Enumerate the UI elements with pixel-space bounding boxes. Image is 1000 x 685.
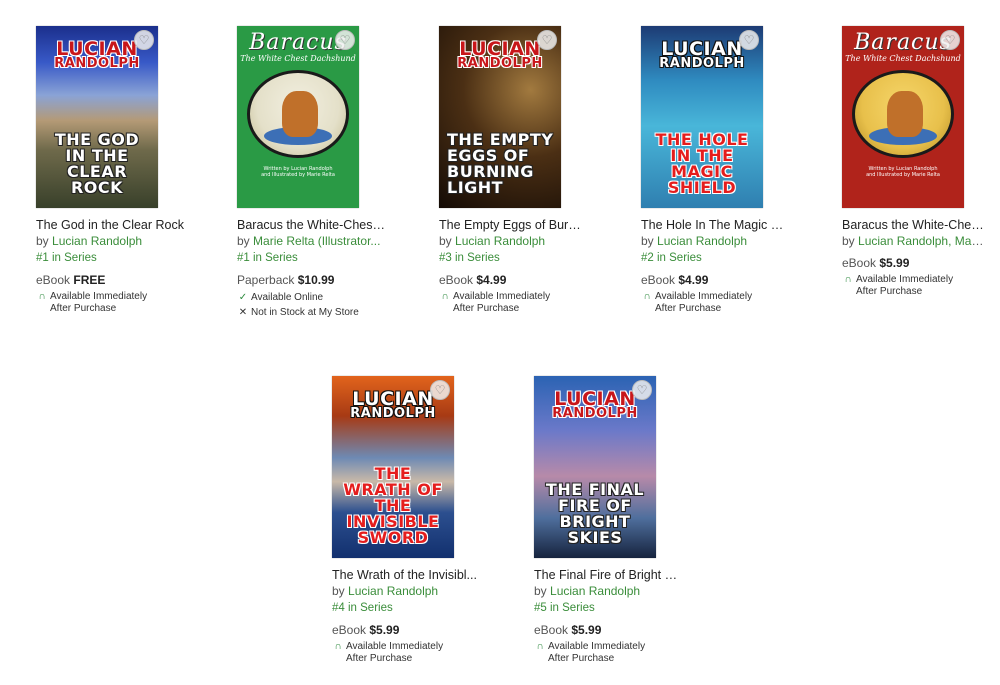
- price-amount: $4.99: [678, 273, 709, 287]
- book-card[interactable]: Lucian Randolph The Final Fire of Bright …: [534, 376, 684, 665]
- x-icon: ✕: [238, 307, 248, 318]
- cover-credit: Written by Lucian Randolph and Illustrate…: [261, 165, 335, 179]
- book-byline: by Lucian Randolph: [534, 584, 641, 598]
- price-amount: $5.99: [369, 623, 400, 637]
- price-amount: $10.99: [297, 273, 335, 287]
- cover-subtitle: The White Chest Dachshund: [845, 54, 961, 63]
- price-line: eBook $5.99: [534, 623, 602, 637]
- price-line: eBook FREE: [36, 273, 106, 287]
- available-arc-icon: ∩: [643, 291, 651, 302]
- book-title[interactable]: The God in the Clear Rock: [36, 217, 184, 233]
- author-link[interactable]: Marie Relta (Illustrator...: [253, 234, 380, 248]
- cover-title: The Empty Eggs of Burning Light: [447, 130, 554, 197]
- availability-status: ∩ Available Immediately After Purchase: [534, 641, 684, 665]
- series-link[interactable]: #3 in Series: [439, 250, 589, 267]
- dachshund-illustration: [247, 69, 349, 158]
- wishlist-heart-icon[interactable]: ♡: [739, 30, 759, 50]
- author-link[interactable]: Lucian Randolph, Mari...: [858, 234, 984, 248]
- cover-title: The Wrath of the Invisible Sword: [343, 464, 443, 547]
- available-arc-icon: ∩: [334, 641, 342, 652]
- book-title[interactable]: The Empty Eggs of Burni...: [439, 217, 587, 233]
- series-link[interactable]: #5 in Series: [534, 600, 684, 617]
- author-link[interactable]: Lucian Randolph: [455, 234, 545, 248]
- book-card[interactable]: Lucian Randolph The God in the Clear Rock…: [36, 26, 186, 315]
- series-link[interactable]: #1 in Series: [36, 250, 186, 267]
- available-arc-icon: ∩: [38, 291, 46, 302]
- availability-status: ∩ Available Immediately After Purchase: [36, 291, 186, 315]
- book-card[interactable]: Baracus The White Chest Dachshund Writte…: [842, 26, 992, 298]
- book-cover[interactable]: Lucian Randolph The God in the Clear Rock…: [36, 26, 158, 208]
- wishlist-heart-icon[interactable]: ♡: [940, 30, 960, 50]
- availability-status: ∩ Available Immediately After Purchase: [842, 274, 992, 298]
- dachshund-illustration: [852, 69, 954, 158]
- available-arc-icon: ∩: [441, 291, 449, 302]
- price-amount: $5.99: [879, 256, 910, 270]
- book-byline: by Lucian Randolph: [332, 584, 439, 598]
- availability-status: ∩ Available Immediately After Purchase: [641, 291, 791, 315]
- series-link[interactable]: #2 in Series: [641, 250, 791, 267]
- price-line: eBook $5.99: [332, 623, 400, 637]
- price-line: eBook $5.99: [842, 256, 910, 270]
- wishlist-heart-icon[interactable]: ♡: [134, 30, 154, 50]
- book-byline: by Marie Relta (Illustrator...: [237, 234, 381, 248]
- price-line: Paperback $10.99: [237, 273, 335, 287]
- price-amount: $4.99: [476, 273, 507, 287]
- availability-status: ∩ Available Immediately After Purchase: [332, 641, 482, 665]
- check-icon: ✓: [238, 292, 248, 303]
- wishlist-heart-icon[interactable]: ♡: [335, 30, 355, 50]
- available-arc-icon: ∩: [844, 274, 852, 285]
- wishlist-heart-icon[interactable]: ♡: [537, 30, 557, 50]
- cover-subtitle: The White Chest Dachshund: [240, 54, 356, 63]
- availability-status: ∩ Available Immediately After Purchase: [439, 291, 589, 315]
- series-link[interactable]: #1 in Series: [237, 250, 387, 267]
- book-cover[interactable]: Lucian Randolph The Wrath of the Invisibl…: [332, 376, 454, 558]
- book-byline: by Lucian Randolph, Mari...: [842, 233, 984, 250]
- series-link[interactable]: #4 in Series: [332, 600, 482, 617]
- book-cover[interactable]: Lucian Randolph The Final Fire of Bright …: [534, 376, 656, 558]
- book-byline: by Lucian Randolph: [36, 234, 143, 248]
- book-cover[interactable]: Baracus The White Chest Dachshund Writte…: [237, 26, 359, 208]
- wishlist-heart-icon[interactable]: ♡: [632, 380, 652, 400]
- cover-title: The God in the Clear Rock: [54, 130, 140, 197]
- book-title[interactable]: The Hole In The Magic S...: [641, 217, 789, 233]
- cover-title: The Final Fire of Bright Skies: [545, 480, 645, 547]
- price-amount: $5.99: [571, 623, 602, 637]
- book-card[interactable]: Lucian Randolph The Wrath of the Invisibl…: [332, 376, 482, 665]
- price-line: eBook $4.99: [641, 273, 709, 287]
- book-byline: by Lucian Randolph: [641, 234, 748, 248]
- book-title[interactable]: Baracus the White-Chest...: [842, 217, 984, 233]
- cover-credit: Written by Lucian Randolph and Illustrate…: [866, 165, 940, 179]
- price-line: eBook $4.99: [439, 273, 507, 287]
- wishlist-heart-icon[interactable]: ♡: [430, 380, 450, 400]
- book-byline: by Lucian Randolph: [439, 234, 546, 248]
- book-title[interactable]: Baracus the White-Chest...: [237, 217, 385, 233]
- availability-store: ✕ Not in Stock at My Store: [238, 307, 359, 318]
- author-link[interactable]: Lucian Randolph: [52, 234, 142, 248]
- book-cover[interactable]: Baracus The White Chest Dachshund Writte…: [842, 26, 964, 208]
- book-card[interactable]: Lucian Randolph The Empty Eggs of Burning…: [439, 26, 589, 315]
- book-cover[interactable]: Lucian Randolph The Hole in the Magic Shi…: [641, 26, 763, 208]
- book-card[interactable]: Baracus The White Chest Dachshund Writte…: [237, 26, 387, 319]
- author-link[interactable]: Lucian Randolph: [657, 234, 747, 248]
- author-link[interactable]: Lucian Randolph: [348, 584, 438, 598]
- price-amount: FREE: [73, 273, 106, 287]
- book-card[interactable]: Lucian Randolph The Hole in the Magic Shi…: [641, 26, 791, 315]
- book-cover[interactable]: Lucian Randolph The Empty Eggs of Burning…: [439, 26, 561, 208]
- available-arc-icon: ∩: [536, 641, 544, 652]
- availability-online: ✓ Available Online: [238, 292, 324, 303]
- book-title[interactable]: The Wrath of the Invisibl...: [332, 567, 480, 583]
- author-link[interactable]: Lucian Randolph: [550, 584, 640, 598]
- cover-title: The Hole in the Magic Shield: [655, 130, 749, 197]
- book-title[interactable]: The Final Fire of Bright S...: [534, 567, 682, 583]
